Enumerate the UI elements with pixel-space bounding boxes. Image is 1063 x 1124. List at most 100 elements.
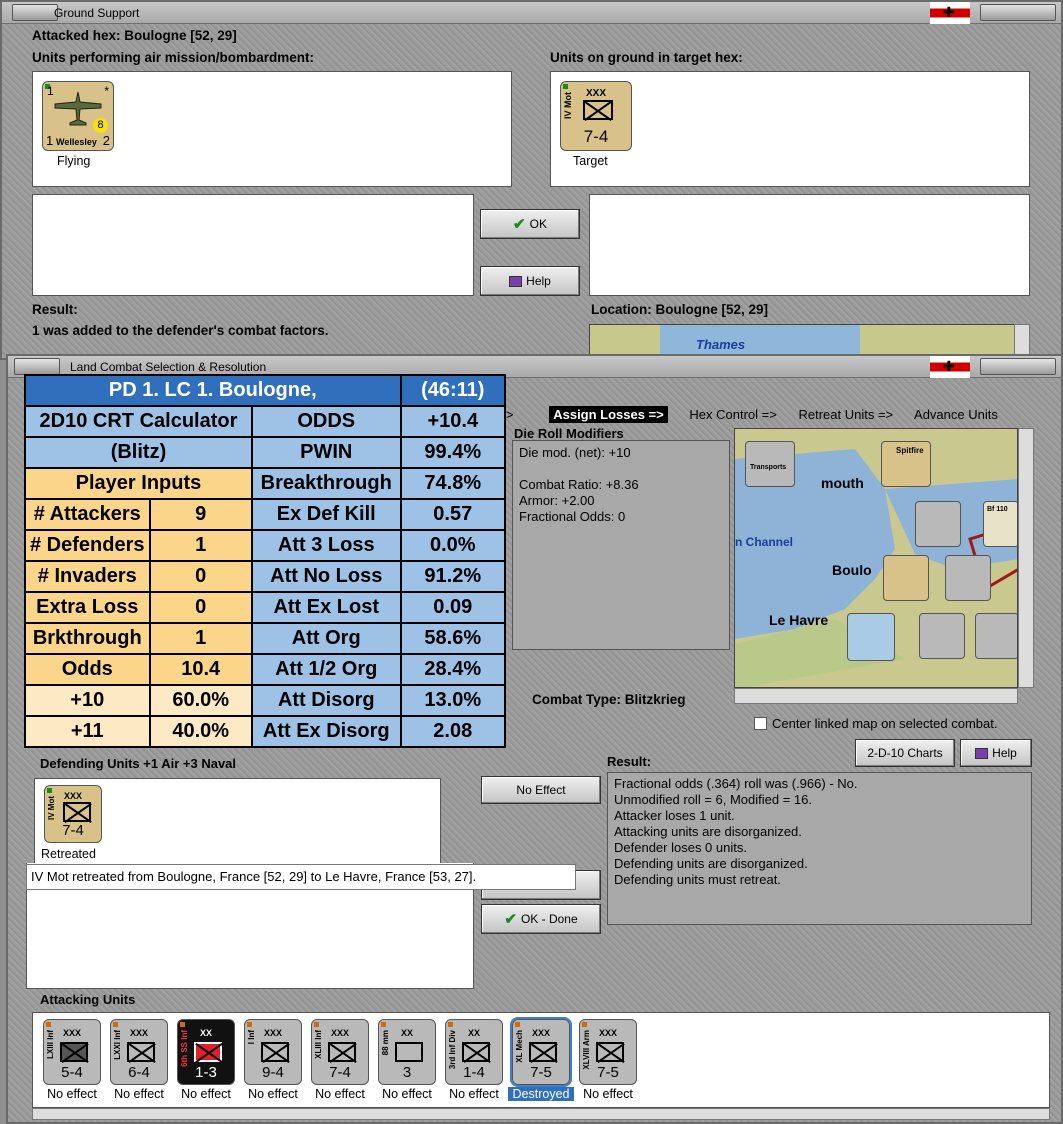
- air-unit-left: 1: [46, 133, 54, 148]
- map-boulogne-counter[interactable]: [883, 555, 929, 601]
- attacker-counter[interactable]: XXX XLVIII Arm 7-5: [579, 1019, 637, 1085]
- map-spitfire-counter[interactable]: Spitfire: [881, 441, 931, 487]
- tab-assign-losses[interactable]: Assign Losses =>: [549, 406, 668, 423]
- stat-value: 13.0%: [399, 684, 507, 717]
- result-line: Defender loses 0 units.: [614, 840, 747, 855]
- result-line: Attacking units are disorganized.: [614, 824, 802, 839]
- unit-strength: 3: [402, 1064, 412, 1081]
- no-effect-button[interactable]: No Effect: [481, 776, 601, 804]
- input-value[interactable]: 0: [148, 560, 253, 593]
- attacker-counter[interactable]: XX 88 mm 3: [378, 1019, 436, 1085]
- window-title: Land Combat Selection & Resolution: [70, 360, 267, 374]
- unit-type-icon: [529, 1042, 557, 1062]
- window-menu-button[interactable]: [14, 358, 60, 375]
- unit-strength: 9-4: [262, 1064, 284, 1081]
- map-unit-counter[interactable]: [919, 613, 965, 659]
- attacked-hex-label: Attacked hex: Boulogne [52, 29]: [32, 28, 237, 43]
- attacker-counter[interactable]: XXX XLIII Inf 7-4: [311, 1019, 369, 1085]
- check-icon: ✔: [504, 911, 517, 928]
- unit-strength: 1-4: [463, 1064, 485, 1081]
- air-unit-right: 2: [102, 133, 110, 148]
- map-unit-counter[interactable]: [847, 613, 895, 661]
- air-unit-counter[interactable]: 1 * 8 1 Wellesley 2: [42, 81, 114, 151]
- attacker-caption: No effect: [449, 1087, 499, 1101]
- ok-button[interactable]: ✔ OK: [480, 209, 580, 239]
- drm-line: Fractional Odds: 0: [519, 509, 626, 524]
- attacker-caption: No effect: [382, 1087, 432, 1101]
- attacker-counter[interactable]: XXX LXXI Inf 6-4: [110, 1019, 168, 1085]
- unit-strength: 1-3: [195, 1064, 217, 1081]
- result-line: Defending units are disorganized.: [614, 856, 808, 871]
- input-value[interactable]: 1: [148, 529, 253, 562]
- ok-done-button[interactable]: ✔ OK - Done: [481, 904, 601, 934]
- air-units-label: Units performing air mission/bombardment…: [32, 50, 315, 65]
- unit-type-icon: [261, 1042, 289, 1062]
- stat-value: 91.2%: [399, 560, 507, 593]
- ground-unit-caption: Target: [573, 154, 608, 168]
- result-line: Defending units must retreat.: [614, 872, 781, 887]
- def-unit-counter[interactable]: XXX IV Mot 7-4: [44, 785, 102, 843]
- window-menu-button[interactable]: [12, 4, 58, 21]
- map-vertical-scrollbar[interactable]: [1018, 428, 1034, 688]
- stat-value: 2.08: [399, 715, 507, 748]
- drm-line: Die mod. (net): +10: [519, 445, 631, 460]
- air-units-panel: 1 * 8 1 Wellesley 2 Flying: [32, 71, 512, 187]
- stat-value: 28.4%: [399, 653, 507, 686]
- attacker-counter[interactable]: XXX LXIII Inf 5-4: [43, 1019, 101, 1085]
- tab-prev[interactable]: >: [506, 407, 514, 422]
- map-horizontal-scrollbar[interactable]: [734, 688, 1018, 704]
- input-label: # Invaders: [24, 560, 151, 593]
- stat-label: Att Ex Lost: [250, 591, 402, 624]
- attacker-counter[interactable]: XX 3rd Inf Div 1-4: [445, 1019, 503, 1085]
- attacker-counter[interactable]: XXX I Inf 9-4: [244, 1019, 302, 1085]
- input-label: Extra Loss: [24, 591, 151, 624]
- tab-retreat-units[interactable]: Retreat Units =>: [798, 407, 893, 422]
- unit-strength: 7-5: [530, 1064, 552, 1081]
- unit-strength: 6-4: [128, 1064, 150, 1081]
- result-line: Unmodified roll = 6, Modified = 16.: [614, 792, 812, 807]
- tab-hex-control[interactable]: Hex Control =>: [689, 407, 776, 422]
- stat-value: 0.0%: [399, 529, 507, 562]
- result-text: 1 was added to the defender's combat fac…: [32, 323, 329, 338]
- drm-line: [519, 461, 723, 477]
- location-map-scrollbar[interactable]: [1014, 324, 1030, 358]
- map-bf110-counter[interactable]: Bf 110: [983, 501, 1017, 547]
- attacker-counter[interactable]: XX 6th SS Inf 1-3: [177, 1019, 235, 1085]
- tab-advance-units[interactable]: Advance Units: [914, 407, 998, 422]
- center-map-checkbox[interactable]: [754, 717, 767, 730]
- infantry-icon: [583, 100, 613, 120]
- stat-value: 99.4%: [399, 436, 507, 469]
- help-button[interactable]: Help: [960, 739, 1032, 767]
- window-close-button[interactable]: [980, 358, 1056, 375]
- air-unit-caption: Flying: [57, 154, 91, 168]
- map-unit-counter[interactable]: [945, 555, 991, 601]
- charts-button[interactable]: 2-D-10 Charts: [855, 739, 955, 767]
- map-unit-counter[interactable]: [915, 501, 961, 547]
- attacker-counter[interactable]: XXX XL Mech 7-5: [510, 1017, 572, 1087]
- combat-map[interactable]: mouth n Channel Boulo Le Havre Transport…: [734, 428, 1018, 688]
- map-unit-counter[interactable]: [975, 613, 1017, 659]
- input-value[interactable]: 10.4: [148, 653, 253, 686]
- stat-label: Att No Loss: [250, 560, 402, 593]
- attacking-units-scrollbar[interactable]: [32, 1108, 1050, 1120]
- drm-line: Combat Ratio: +8.36: [519, 477, 639, 492]
- def-unit-caption: Retreated: [41, 847, 96, 861]
- attacker-caption: No effect: [47, 1087, 97, 1101]
- input-value[interactable]: 9: [148, 498, 253, 531]
- input-label: # Attackers: [24, 498, 151, 531]
- lc-result-panel: Fractional odds (.364) roll was (.966) -…: [607, 772, 1032, 925]
- air-notes-panel: [32, 194, 474, 296]
- map-transport-counter[interactable]: Transports: [745, 441, 795, 487]
- help-button[interactable]: Help: [480, 266, 580, 296]
- ground-unit-counter[interactable]: XXX IV Mot 7-4: [560, 81, 632, 151]
- input-value[interactable]: 1: [148, 622, 253, 655]
- attacker-caption: No effect: [248, 1087, 298, 1101]
- ground-unit-strength: 7-4: [583, 127, 609, 146]
- input-value[interactable]: 0: [148, 591, 253, 624]
- window-close-button[interactable]: [980, 4, 1056, 21]
- attacking-label: Attacking Units: [40, 992, 136, 1007]
- location-map[interactable]: Thames: [589, 324, 1029, 358]
- check-icon: ✔: [513, 216, 526, 233]
- book-icon: [509, 275, 523, 287]
- result-line: Fractional odds (.364) roll was (.966) -…: [614, 776, 858, 791]
